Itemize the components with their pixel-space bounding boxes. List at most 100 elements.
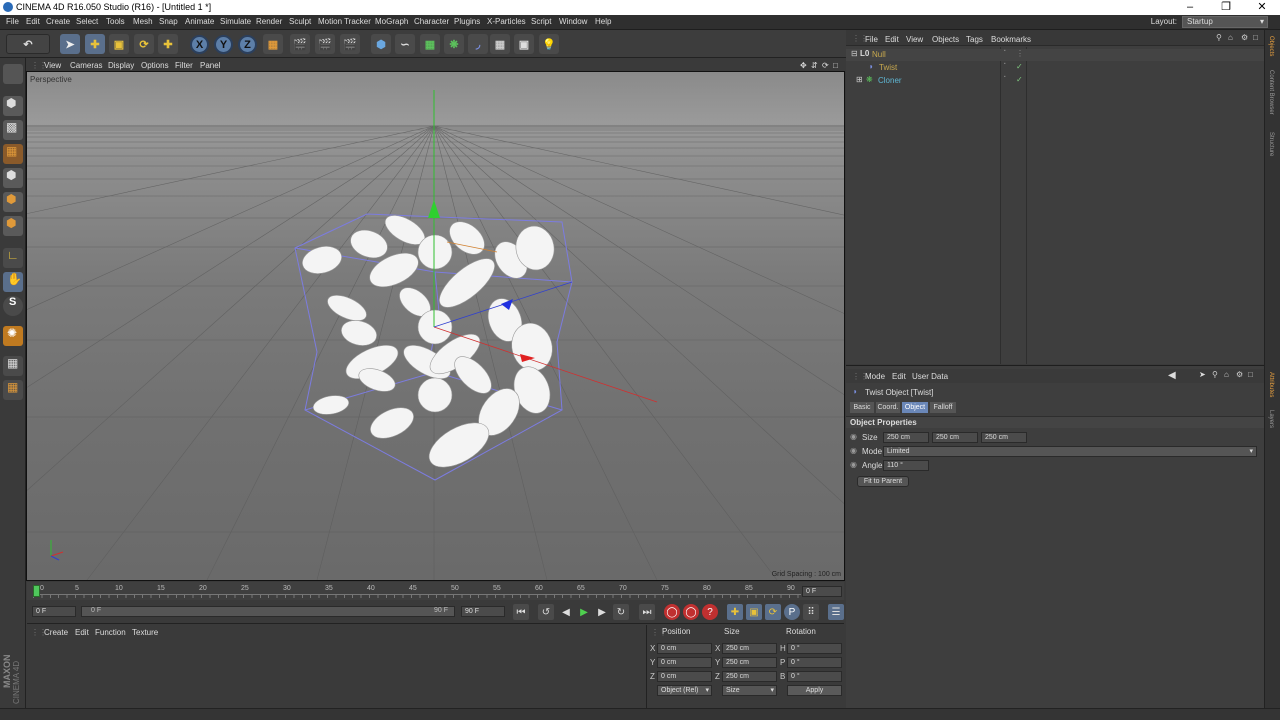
size-mode-select[interactable]: Size ▾ <box>722 685 777 696</box>
size-z-field[interactable]: 250 cm <box>722 671 777 682</box>
next-frame-button[interactable]: ▶ <box>594 604 610 620</box>
render-to-picture-viewer-button[interactable]: 🎬 <box>315 34 335 54</box>
tab-object[interactable]: Object <box>902 402 928 413</box>
collapse-icon[interactable]: ⊟ <box>851 49 858 58</box>
size-x-field[interactable]: 250 cm <box>722 643 777 654</box>
object-name[interactable]: Null <box>872 50 886 59</box>
end-frame-field[interactable]: 90 F <box>461 606 505 617</box>
record-position-button[interactable]: ✚ <box>727 604 743 620</box>
size-y-field[interactable]: 250 cm <box>722 657 777 668</box>
coordinate-mode-select[interactable]: Object (Rel) ▾ <box>657 685 712 696</box>
menu-script[interactable]: Script <box>531 17 551 26</box>
rotate-tool-button[interactable]: ⟳ <box>134 34 154 54</box>
minimize-button[interactable]: – <box>1172 0 1208 15</box>
side-tab-layers[interactable]: Layers <box>1268 410 1274 428</box>
last-tool-button[interactable]: ✚ <box>158 34 178 54</box>
maximize-button[interactable]: ❐ <box>1208 0 1244 15</box>
menu-window[interactable]: Window <box>559 17 587 26</box>
mode-select[interactable]: Limited ▾ <box>883 446 1257 457</box>
position-z-field[interactable]: 0 cm <box>657 671 712 682</box>
viewport-menu-view[interactable]: View <box>44 61 61 70</box>
menu-render[interactable]: Render <box>256 17 282 26</box>
angle-field[interactable]: 110 ° <box>883 460 929 471</box>
back-arrow-icon[interactable]: ◀ <box>1168 370 1176 381</box>
settings-icon[interactable]: ⚙ <box>1236 370 1243 379</box>
tab-basic[interactable]: Basic <box>850 402 874 413</box>
apply-button[interactable]: Apply <box>787 685 842 696</box>
tab-coord[interactable]: Coord. <box>876 402 900 413</box>
enabled-check-icon[interactable]: ✓ <box>1016 62 1023 71</box>
z-axis-lock-button[interactable]: Z <box>238 35 257 54</box>
visibility-dots-icon[interactable]: ⠁ <box>1003 75 1009 84</box>
menu-motion-tracker[interactable]: Motion Tracker <box>318 17 371 26</box>
make-editable-button[interactable] <box>3 64 23 84</box>
add-deformer-button[interactable]: ◞ <box>468 34 488 54</box>
workplane-mode-button[interactable]: ▦ <box>3 144 23 164</box>
menu-mograph[interactable]: MoGraph <box>375 17 408 26</box>
go-to-start-button[interactable]: ⏮ <box>513 604 529 620</box>
settings-icon[interactable]: ⚙ <box>1241 33 1248 42</box>
previous-key-button[interactable]: ↺ <box>538 604 554 620</box>
scale-tool-button[interactable]: ▣ <box>109 34 129 54</box>
object-row-twist[interactable]: ◑ Twist ⠁ ✓ <box>846 62 1264 74</box>
playhead-marker[interactable] <box>33 585 40 597</box>
y-axis-lock-button[interactable]: Y <box>214 35 233 54</box>
viewport-menu-cameras[interactable]: Cameras <box>70 61 102 70</box>
rotation-p-field[interactable]: 0 ° <box>787 657 842 668</box>
tweak-button[interactable]: ✋ <box>3 272 23 292</box>
layout-select[interactable]: Startup ▾ <box>1182 16 1268 28</box>
keyframe-selection-button[interactable]: ? <box>702 604 718 620</box>
edges-mode-button[interactable]: ⬢ <box>3 192 23 212</box>
attribute-menu-user-data[interactable]: User Data <box>912 372 948 381</box>
undo-button[interactable]: ↶ <box>6 34 50 54</box>
locked-workplane-button[interactable]: ✺ <box>3 326 23 346</box>
menu-tools[interactable]: Tools <box>106 17 125 26</box>
animate-dot-icon[interactable]: ◉ <box>850 460 857 469</box>
x-axis-lock-button[interactable]: X <box>190 35 209 54</box>
previous-frame-button[interactable]: ◀ <box>558 604 574 620</box>
close-button[interactable]: ✕ <box>1244 0 1280 15</box>
record-active-objects-button[interactable]: ◯ <box>664 604 680 620</box>
add-spline-button[interactable]: ∽ <box>395 34 415 54</box>
menu-create[interactable]: Create <box>46 17 70 26</box>
record-parameter-button[interactable]: P <box>784 604 800 620</box>
tab-falloff[interactable]: Falloff <box>930 402 956 413</box>
workplane-settings-button[interactable]: ▦ <box>3 380 23 400</box>
visibility-dots-icon[interactable]: ⠁ <box>1003 49 1009 58</box>
search-icon[interactable]: ⚲ <box>1212 370 1218 379</box>
menu-animate[interactable]: Animate <box>185 17 214 26</box>
position-y-field[interactable]: 0 cm <box>657 657 712 668</box>
render-view-button[interactable]: 🎬 <box>290 34 310 54</box>
menu-file[interactable]: File <box>6 17 19 26</box>
object-menu-bookmarks[interactable]: Bookmarks <box>991 35 1031 44</box>
expand-icon[interactable]: ⊞ <box>856 75 863 84</box>
fit-to-parent-button[interactable]: Fit to Parent <box>857 476 909 487</box>
add-camera-button[interactable]: ▣ <box>514 34 534 54</box>
rotation-b-field[interactable]: 0 ° <box>787 671 842 682</box>
twist-size-z-field[interactable]: 250 cm <box>981 432 1027 443</box>
attribute-menu-mode[interactable]: Mode <box>865 372 885 381</box>
texture-mode-button[interactable]: ▩ <box>3 120 23 140</box>
object-row-null[interactable]: ⊟ L0 Null ⠁ ⋮ <box>846 49 1264 61</box>
material-menu-texture[interactable]: Texture <box>132 628 158 637</box>
timeline-window-button[interactable]: ☰ <box>828 604 844 620</box>
play-forward-button[interactable]: ▶ <box>576 604 592 620</box>
twist-size-y-field[interactable]: 250 cm <box>932 432 978 443</box>
enabled-check-icon[interactable]: ✓ <box>1016 75 1023 84</box>
render-settings-button[interactable]: 🎬 <box>340 34 360 54</box>
side-tab-attributes[interactable]: Attributes <box>1268 372 1274 397</box>
menu-sculpt[interactable]: Sculpt <box>289 17 311 26</box>
viewport-menu-options[interactable]: Options <box>141 61 169 70</box>
rotation-h-field[interactable]: 0 ° <box>787 643 842 654</box>
add-nurbs-button[interactable]: ▦ <box>420 34 440 54</box>
move-tool-button[interactable]: ✚ <box>85 34 105 54</box>
side-tab-content-browser[interactable]: Content Browser <box>1268 70 1274 115</box>
enable-axis-button[interactable]: ∟ <box>3 248 23 268</box>
twist-size-x-field[interactable]: 250 cm <box>883 432 929 443</box>
start-frame-field[interactable]: 0 F <box>32 606 76 617</box>
viewport-zoom-icon[interactable]: ⇵ <box>811 61 818 70</box>
menu-help[interactable]: Help <box>595 17 611 26</box>
animate-dot-icon[interactable]: ◉ <box>850 432 857 441</box>
material-list-area[interactable] <box>27 639 645 708</box>
menu-mesh[interactable]: Mesh <box>133 17 153 26</box>
